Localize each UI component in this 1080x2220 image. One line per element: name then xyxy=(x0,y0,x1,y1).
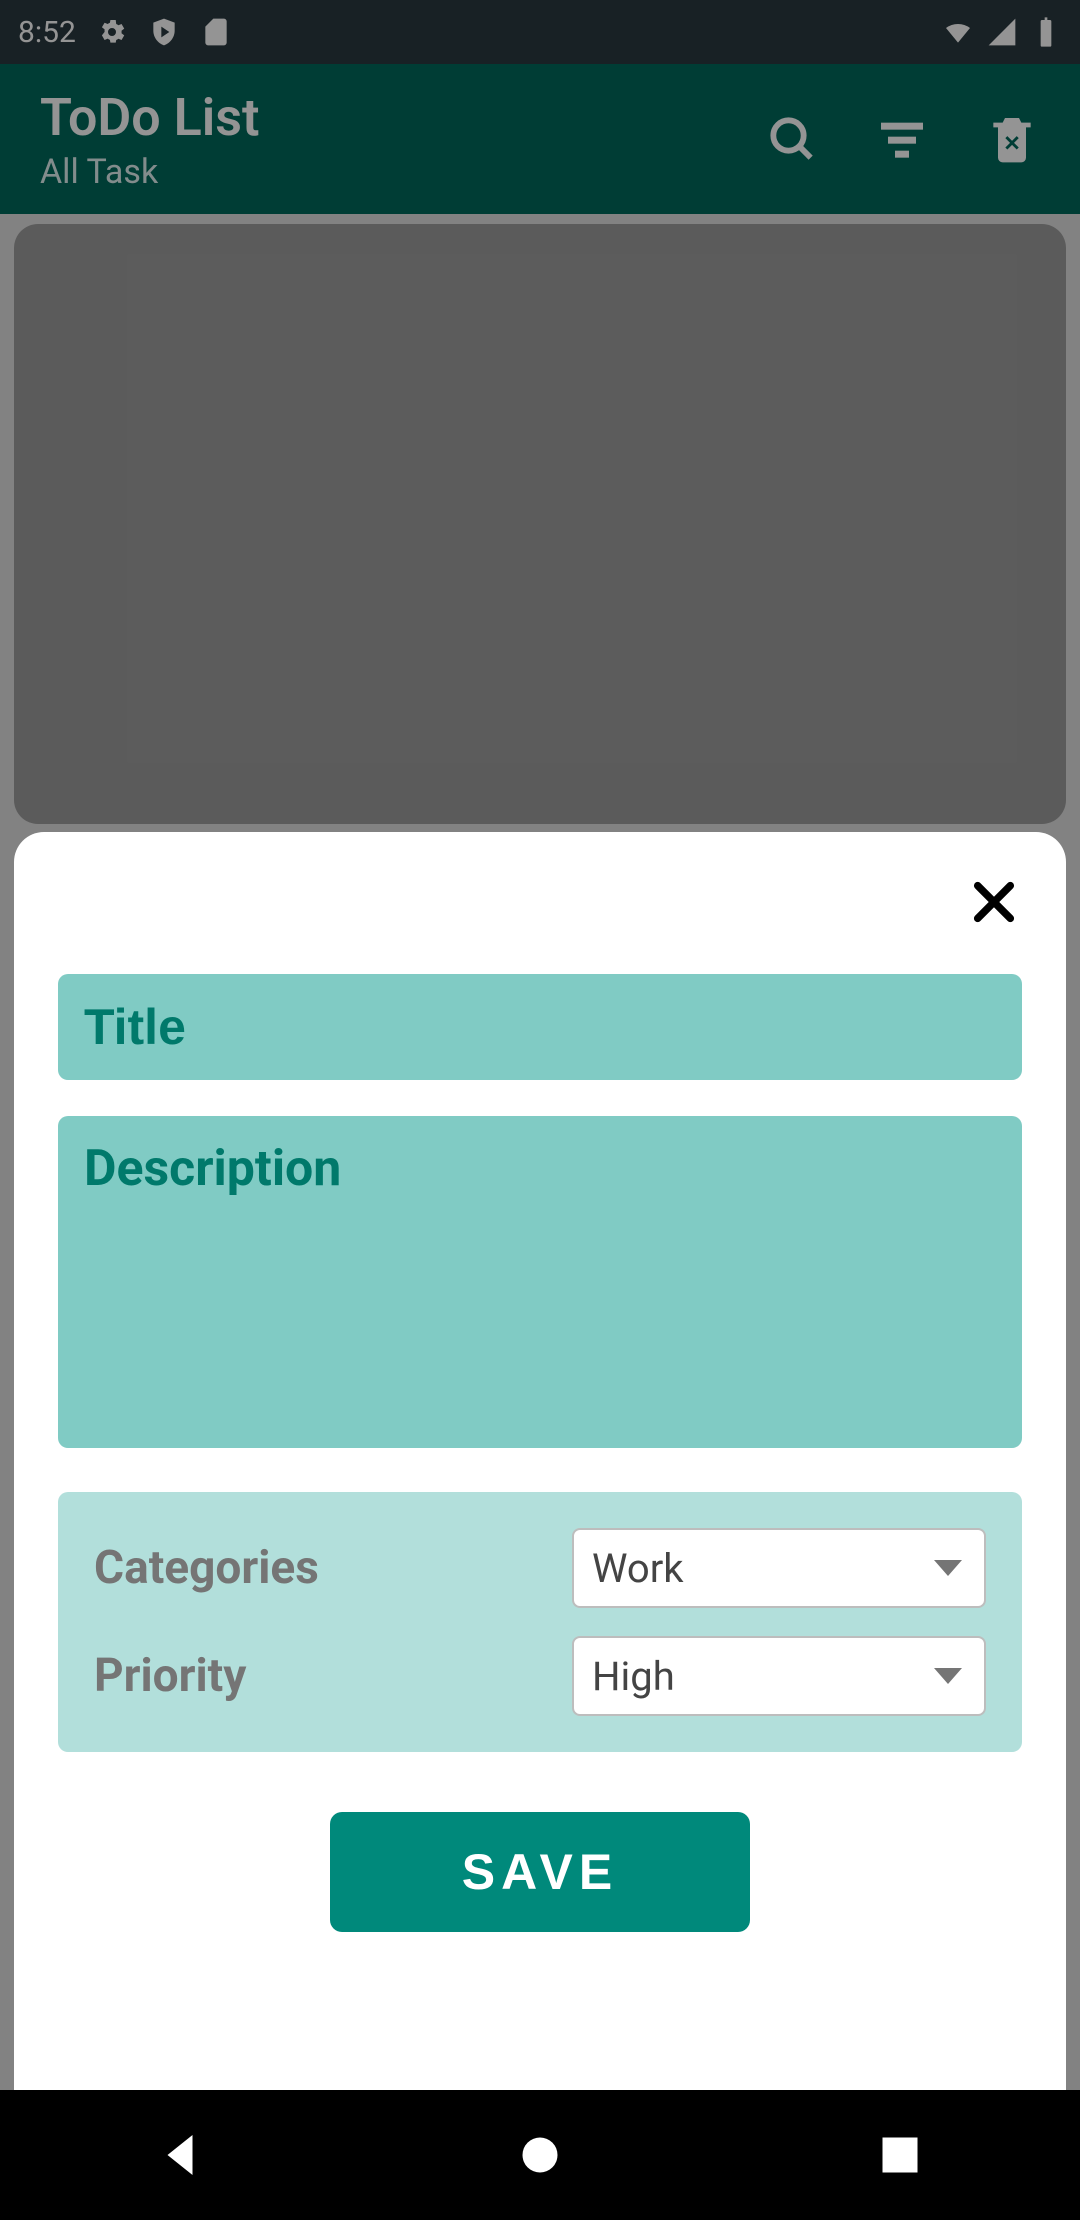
categories-select[interactable]: Work xyxy=(572,1528,986,1608)
save-button[interactable]: SAVE xyxy=(330,1812,750,1932)
title-input[interactable] xyxy=(58,974,1022,1080)
navigation-bar xyxy=(0,2090,1080,2220)
categories-row: Categories Work xyxy=(94,1528,986,1608)
priority-value: High xyxy=(592,1653,675,1700)
chevron-down-icon xyxy=(934,1560,962,1576)
priority-label: Priority xyxy=(94,1649,572,1703)
add-task-sheet: Categories Work Priority High SAVE xyxy=(14,832,1066,2092)
chevron-down-icon xyxy=(934,1668,962,1684)
home-icon[interactable] xyxy=(510,2125,570,2185)
back-icon[interactable] xyxy=(150,2125,210,2185)
description-input[interactable] xyxy=(58,1116,1022,1448)
sheet-header xyxy=(58,866,1022,938)
options-panel: Categories Work Priority High xyxy=(58,1492,1022,1752)
categories-value: Work xyxy=(592,1545,684,1592)
close-icon[interactable] xyxy=(966,874,1022,930)
priority-row: Priority High xyxy=(94,1636,986,1716)
recent-icon[interactable] xyxy=(870,2125,930,2185)
priority-select[interactable]: High xyxy=(572,1636,986,1716)
categories-label: Categories xyxy=(94,1541,572,1595)
